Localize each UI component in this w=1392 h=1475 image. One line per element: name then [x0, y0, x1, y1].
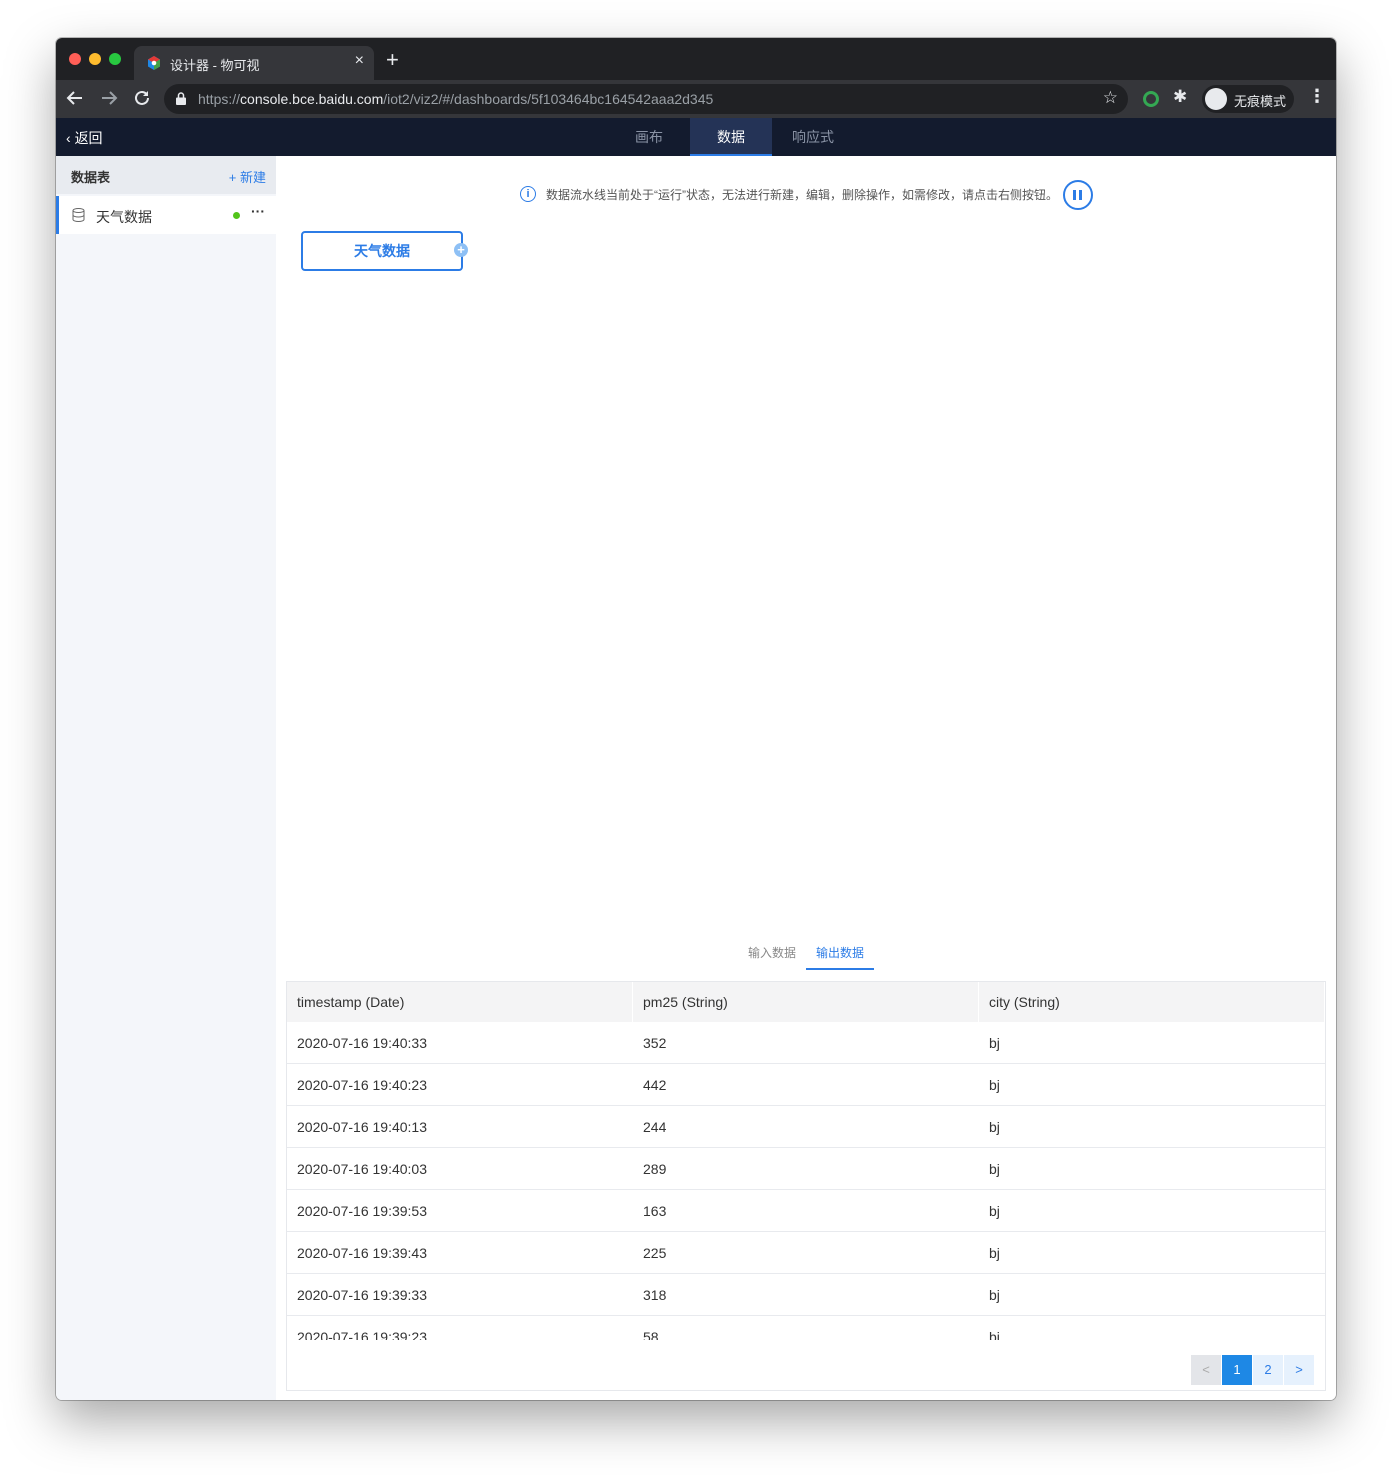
incognito-label: 无痕模式 [1234, 94, 1287, 109]
next-page-button[interactable]: > [1284, 1355, 1314, 1385]
active-tab-underline [806, 968, 874, 970]
app-header: ‹ 返回 画布 数据 响应式 [56, 118, 1336, 156]
back-button[interactable]: ‹ 返回 [66, 128, 103, 148]
browser-tab-bar: 设计器 - 物可视 × + [56, 38, 1336, 80]
minimize-window-button[interactable] [89, 53, 101, 65]
sidebar-header: 数据表 + 新建 [56, 156, 276, 194]
forward-arrow-icon[interactable] [100, 89, 118, 107]
close-window-button[interactable] [69, 53, 81, 65]
table-cell: bj [989, 1161, 1000, 1177]
table-cell: bj [989, 1077, 1000, 1093]
new-table-button[interactable]: + 新建 [229, 167, 266, 186]
table-cell: 2020-07-16 19:39:33 [297, 1287, 427, 1303]
puzzle-icon[interactable]: ✱ [1173, 87, 1187, 107]
table-row: 2020-07-16 19:40:23 442 bj [287, 1064, 1325, 1106]
table-body[interactable]: 2020-07-16 19:40:33 352 bj 2020-07-16 19… [287, 1022, 1325, 1340]
active-indicator [56, 196, 59, 234]
database-icon [72, 208, 85, 222]
output-data-table: timestamp (Date) pm25 (String) city (Str… [286, 981, 1326, 1391]
tab-close-icon[interactable]: × [355, 52, 364, 70]
table-cell: 289 [643, 1161, 667, 1177]
tab-input-data[interactable]: 输入数据 [748, 944, 796, 961]
prev-page-button[interactable]: < [1191, 1355, 1221, 1385]
table-cell: bj [989, 1287, 1000, 1303]
sidebar: 数据表 + 新建 天气数据 ··· [56, 156, 276, 1400]
column-header: city (String) [979, 982, 1325, 1022]
table-cell: 442 [643, 1077, 667, 1093]
table-row: 2020-07-16 19:40:33 352 bj [287, 1022, 1325, 1064]
app-favicon-icon [148, 56, 160, 70]
browser-window: 设计器 - 物可视 × + https://console.bce.baidu.… [56, 38, 1336, 1400]
pipeline-node[interactable]: 天气数据 [301, 231, 463, 271]
table-row: 2020-07-16 19:40:03 289 bj [287, 1148, 1325, 1190]
table-cell: 2020-07-16 19:40:13 [297, 1119, 427, 1135]
sidebar-item-weather-data[interactable]: 天气数据 ··· [56, 196, 276, 234]
tab-data[interactable]: 数据 [690, 118, 772, 156]
main-content: i 数据流水线当前处于“运行”状态，无法进行新建，编辑，删除操作，如需修改，请点… [276, 156, 1336, 1400]
table-cell: 2020-07-16 19:39:43 [297, 1245, 427, 1261]
table-cell: bj [989, 1329, 1000, 1340]
reload-icon[interactable] [133, 89, 151, 107]
chevron-left-icon: ‹ [66, 130, 71, 146]
address-bar[interactable]: https://console.bce.baidu.com/iot2/viz2/… [164, 84, 1128, 114]
tab-responsive[interactable]: 响应式 [772, 118, 854, 156]
table-cell: 352 [643, 1035, 667, 1051]
table-row: 2020-07-16 19:39:23 58 bj [287, 1316, 1325, 1340]
back-label: 返回 [74, 130, 103, 146]
browser-tab[interactable]: 设计器 - 物可视 × [134, 46, 374, 80]
table-row: 2020-07-16 19:39:43 225 bj [287, 1232, 1325, 1274]
more-options-icon[interactable]: ··· [251, 203, 265, 219]
star-icon[interactable]: ☆ [1103, 88, 1118, 108]
incognito-button[interactable]: 无痕模式 [1202, 85, 1294, 113]
table-cell: bj [989, 1119, 1000, 1135]
notice-text: 数据流水线当前处于“运行”状态，无法进行新建，编辑，删除操作，如需修改，请点击右… [546, 188, 1058, 202]
info-icon: i [520, 186, 536, 202]
table-row: 2020-07-16 19:39:53 163 bj [287, 1190, 1325, 1232]
table-cell: 58 [643, 1329, 659, 1340]
add-node-icon[interactable]: + [454, 243, 468, 257]
sidebar-item-label: 天气数据 [96, 209, 152, 225]
table-cell: 2020-07-16 19:40:23 [297, 1077, 427, 1093]
kebab-menu-icon[interactable]: ⋮ [1308, 86, 1326, 107]
page-1-button[interactable]: 1 [1222, 1355, 1252, 1385]
lock-icon [176, 92, 186, 105]
table-cell: 2020-07-16 19:40:03 [297, 1161, 427, 1177]
table-row: 2020-07-16 19:40:13 244 bj [287, 1106, 1325, 1148]
url-host: console.bce.baidu.com [240, 91, 384, 107]
table-cell: bj [989, 1245, 1000, 1261]
pause-button[interactable] [1063, 180, 1093, 210]
sidebar-title: 数据表 [71, 170, 111, 185]
table-cell: 2020-07-16 19:39:23 [297, 1329, 427, 1340]
table-header: timestamp (Date) pm25 (String) city (Str… [287, 982, 1325, 1022]
table-cell: bj [989, 1035, 1000, 1051]
tab-title: 设计器 - 物可视 [170, 58, 260, 73]
back-arrow-icon[interactable] [66, 89, 84, 107]
column-header: pm25 (String) [633, 982, 979, 1022]
page-2-button[interactable]: 2 [1253, 1355, 1283, 1385]
table-row: 2020-07-16 19:39:33 318 bj [287, 1274, 1325, 1316]
table-cell: 318 [643, 1287, 667, 1303]
status-dot [233, 212, 240, 219]
url-scheme: https:// [198, 91, 241, 107]
table-cell: 163 [643, 1203, 667, 1219]
table-cell: 244 [643, 1119, 667, 1135]
pagination: < 1 2 > [1191, 1355, 1315, 1385]
table-cell: 2020-07-16 19:40:33 [297, 1035, 427, 1051]
table-cell: 2020-07-16 19:39:53 [297, 1203, 427, 1219]
column-header: timestamp (Date) [287, 982, 633, 1022]
tab-output-data[interactable]: 输出数据 [816, 944, 864, 961]
zoom-window-button[interactable] [109, 53, 121, 65]
tab-canvas[interactable]: 画布 [608, 118, 690, 156]
url-path: /iot2/viz2/#/dashboards/5f103464bc164542… [383, 91, 714, 107]
table-cell: 225 [643, 1245, 667, 1261]
incognito-icon [1205, 88, 1227, 110]
table-cell: bj [989, 1203, 1000, 1219]
extension-ring-icon[interactable] [1143, 91, 1159, 107]
browser-toolbar: https://console.bce.baidu.com/iot2/viz2/… [56, 80, 1336, 118]
new-tab-button[interactable]: + [386, 49, 399, 71]
url-text: https://console.bce.baidu.com/iot2/viz2/… [198, 91, 713, 107]
